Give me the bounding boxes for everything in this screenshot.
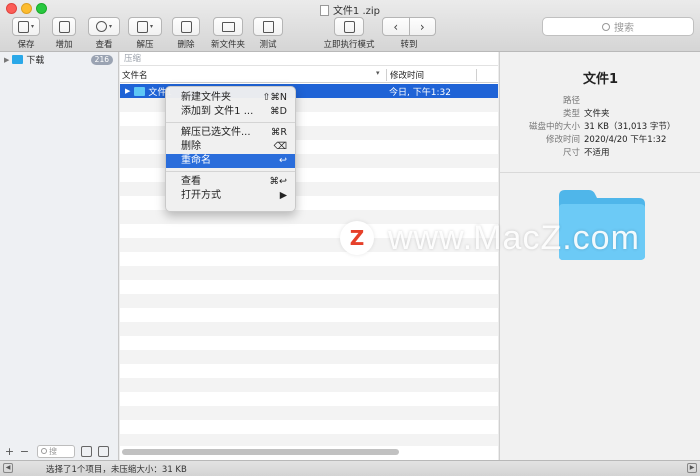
- column-header: 文件名 ▾ 修改时间: [120, 67, 498, 83]
- new-folder-button[interactable]: [213, 17, 243, 36]
- test-button[interactable]: [253, 17, 283, 36]
- disclosure-triangle-icon[interactable]: ▶: [4, 56, 9, 64]
- test-tool[interactable]: 测试: [253, 17, 283, 50]
- save-button[interactable]: ▾: [12, 17, 40, 36]
- menu-item-rename[interactable]: 重命名 ↩: [166, 154, 295, 168]
- save-icon: [17, 20, 29, 33]
- instant-mode-button[interactable]: [334, 17, 364, 36]
- context-menu: 新建文件夹 ⇧⌘N 添加到 文件1 ... ⌘D 解压已选文件... ⌘R 删除 ⌫ 重…: [165, 86, 296, 212]
- zip-document-icon: [319, 5, 329, 16]
- column-name-header[interactable]: 文件名: [122, 69, 148, 81]
- column-divider[interactable]: [386, 69, 387, 81]
- search-input[interactable]: 搜索: [542, 17, 694, 36]
- sidebar: ▶ 下载 216 + − 搜: [0, 52, 119, 460]
- view-icon: [95, 21, 107, 32]
- search-icon: [602, 22, 610, 31]
- preview-icon[interactable]: [98, 445, 109, 457]
- watermark-text: www.MacZ.com: [388, 218, 640, 257]
- divider: [500, 172, 700, 173]
- extract-button[interactable]: ▾: [128, 17, 162, 36]
- chevron-down-icon: ▾: [30, 23, 34, 30]
- path-bar[interactable]: 压缩: [120, 52, 498, 66]
- menu-item-delete[interactable]: 删除 ⌫: [166, 140, 295, 154]
- view-button[interactable]: ▾: [88, 17, 120, 36]
- downloads-folder-icon: [12, 55, 24, 64]
- add-button[interactable]: [52, 17, 76, 36]
- trash-icon: [180, 20, 192, 33]
- watermark: Z www.MacZ.com: [340, 218, 640, 258]
- menu-item-view[interactable]: 查看 ⌘↩: [166, 175, 295, 189]
- extract-icon: [136, 20, 148, 33]
- horizontal-scrollbar[interactable]: [120, 447, 498, 457]
- delete-button[interactable]: [172, 17, 200, 36]
- toggle-sidebar-icon[interactable]: ◀: [3, 463, 13, 473]
- window-title: 文件1 .zip: [0, 2, 700, 17]
- test-icon: [262, 20, 274, 33]
- grid-view-icon[interactable]: [81, 445, 92, 457]
- search-icon: [41, 448, 47, 454]
- goto-label-wrap: 转到: [400, 40, 418, 50]
- chevron-down-icon: ▾: [149, 23, 153, 30]
- menu-separator: [166, 171, 295, 172]
- watermark-logo: Z: [340, 221, 374, 255]
- menu-separator: [166, 122, 295, 123]
- title-toolbar: 文件1 .zip ▾ 保存 增加 ▾ 查看 ▾ 解压 删除 新文件夹 测试 立即…: [0, 0, 700, 52]
- chevron-down-icon: ▾: [108, 23, 112, 30]
- sort-chevron-icon[interactable]: ▾: [376, 69, 380, 77]
- remove-location-button[interactable]: −: [19, 445, 30, 458]
- column-divider[interactable]: [476, 69, 477, 81]
- info-title: 文件1: [582, 72, 619, 87]
- menu-item-add-to[interactable]: 添加到 文件1 ... ⌘D: [166, 105, 295, 119]
- menu-item-new-folder[interactable]: 新建文件夹 ⇧⌘N: [166, 91, 295, 105]
- sidebar-search-input[interactable]: 搜: [37, 444, 75, 458]
- add-location-button[interactable]: +: [4, 445, 15, 458]
- menu-item-open-with[interactable]: 打开方式 ▶: [166, 189, 295, 203]
- count-badge: 216: [90, 54, 113, 65]
- column-modified-header[interactable]: 修改时间: [390, 69, 424, 81]
- scrollbar-thumb[interactable]: [122, 449, 399, 455]
- instant-mode-tool[interactable]: 立即执行模式: [323, 17, 375, 50]
- toggle-info-panel-icon[interactable]: ▶: [687, 463, 697, 473]
- status-text: 选择了1个项目，未压缩大小：31 KB: [46, 465, 187, 475]
- add-icon: [58, 20, 70, 33]
- new-folder-icon: [221, 21, 235, 32]
- sidebar-bottom-bar: + − 搜: [0, 442, 118, 460]
- folder-icon: [134, 86, 146, 96]
- sidebar-item-downloads[interactable]: ▶ 下载 216: [0, 53, 118, 66]
- menu-item-extract-selected[interactable]: 解压已选文件... ⌘R: [166, 126, 295, 140]
- disclosure-triangle-icon[interactable]: ▶: [125, 87, 130, 95]
- status-bar: ◀ 选择了1个项目，未压缩大小：31 KB ▶: [0, 460, 700, 476]
- lock-icon: [343, 20, 355, 33]
